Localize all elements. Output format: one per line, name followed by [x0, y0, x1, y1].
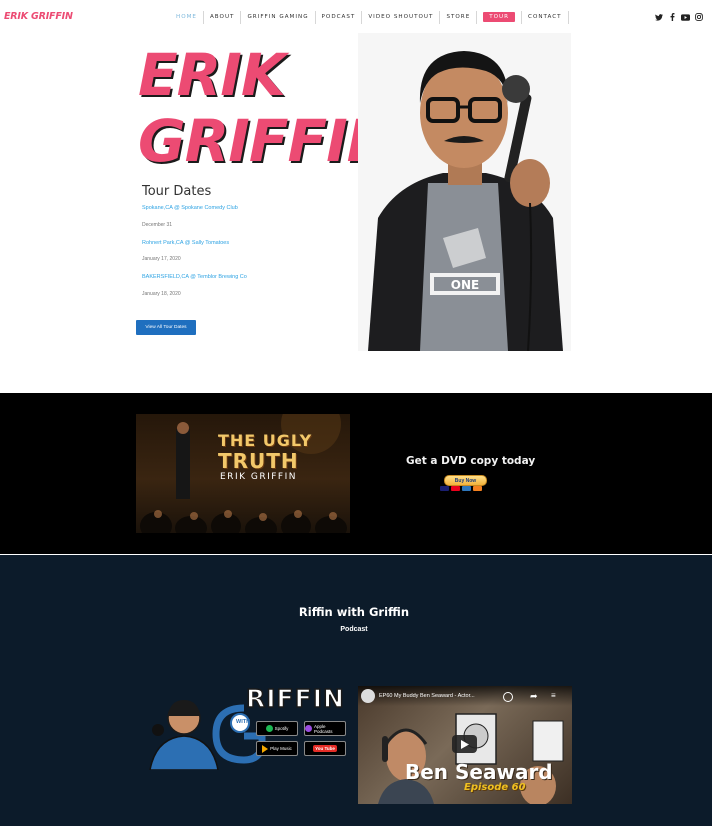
play-music-icon	[262, 744, 269, 753]
podcast-section	[0, 555, 712, 826]
apple-podcasts-badge-label: Apple Podcasts	[313, 723, 333, 734]
spotify-icon	[265, 725, 273, 732]
info-icon[interactable]: ≡	[551, 691, 556, 700]
dvd-title-line1: THE UGLY	[218, 431, 313, 450]
view-all-tour-dates-button[interactable]: View All Tour Dates	[136, 320, 196, 335]
tour-dates-heading: Tour Dates	[142, 184, 212, 199]
logo-riffin-text: RIFFIN	[245, 683, 345, 714]
dvd-title-line2: TRUTH	[218, 449, 299, 473]
nav-griffin-gaming[interactable]: GRIFFIN GAMING	[241, 10, 316, 24]
podcast-subtitle: Podcast	[340, 626, 368, 633]
play-button[interactable]	[452, 735, 477, 753]
logo-with-text: WITH	[236, 719, 251, 725]
watch-later-icon[interactable]	[503, 692, 513, 702]
twitter-icon[interactable]	[654, 12, 664, 22]
apple-podcasts-icon	[305, 725, 312, 732]
youtube-icon[interactable]	[680, 12, 690, 22]
play-icon	[460, 739, 469, 749]
visa-icon	[440, 486, 449, 491]
apple-podcasts-badge[interactable]: Apple Podcasts	[304, 721, 346, 736]
amex-icon	[462, 486, 471, 491]
episode-number: Episode 60	[464, 782, 526, 793]
podcast-title: Riffin with Griffin	[298, 605, 410, 619]
event-venue-link[interactable]: Spokane,CA @ Spokane Comedy Club	[142, 205, 238, 211]
event-venue-link[interactable]: BAKERSFIELD,CA @ Temblor Brewing Co	[142, 274, 247, 280]
nav-contact[interactable]: CONTACT	[522, 10, 569, 24]
share-icon[interactable]: ➦	[530, 691, 538, 702]
main-nav: HOME ABOUT GRIFFIN GAMING PODCAST VIDEO …	[170, 10, 569, 24]
payment-cards	[440, 486, 482, 491]
erik-griffin-portrait: ONE	[358, 33, 571, 351]
mastercard-icon	[451, 486, 460, 491]
video-title-text[interactable]: EP60 My Buddy Ben Seaward - Actor...	[379, 693, 475, 699]
spotify-badge-label: Spotify	[274, 726, 289, 731]
buy-now-button[interactable]: Buy Now	[444, 475, 487, 486]
site-logo[interactable]: ERIK GRIFFIN	[4, 11, 73, 22]
hero-title-line2: GRIFFIN	[138, 107, 395, 175]
play-music-badge-label: Play Music	[270, 746, 292, 751]
nav-tour[interactable]: TOUR	[477, 10, 523, 24]
spotify-badge[interactable]: Spotify	[256, 721, 298, 736]
svg-text:ONE: ONE	[451, 278, 479, 292]
youtube-badge-label: You Tube	[313, 745, 337, 752]
dvd-promo-section	[0, 393, 712, 554]
episode-guest-name: Ben Seaward	[405, 760, 553, 784]
nav-video-shoutout[interactable]: VIDEO SHOUTOUT	[362, 10, 441, 24]
podcast-video-embed[interactable]: EP60 My Buddy Ben Seaward - Actor... ➦ ≡…	[358, 686, 572, 804]
nav-podcast[interactable]: PODCAST	[316, 10, 363, 24]
google-play-music-badge[interactable]: Play Music	[256, 741, 298, 756]
video-title-bar: EP60 My Buddy Ben Seaward - Actor...	[358, 686, 572, 706]
event-date: December 31	[142, 222, 173, 228]
youtube-badge[interactable]: You Tube	[304, 741, 346, 756]
nav-home[interactable]: HOME	[170, 10, 204, 24]
facebook-icon[interactable]	[667, 12, 677, 22]
event-date: January 17, 2020	[142, 256, 181, 262]
discover-icon	[473, 486, 482, 491]
instagram-icon[interactable]	[694, 12, 704, 22]
nav-tour-label: TOUR	[483, 11, 516, 22]
ugly-truth-dvd-cover[interactable]: THE UGLY TRUTH ERIK GRIFFIN	[136, 414, 350, 533]
nav-store[interactable]: STORE	[440, 10, 478, 24]
dvd-cta-text: Get a DVD copy today	[406, 455, 536, 467]
hero-title-line1: ERIK	[138, 41, 286, 109]
nav-about[interactable]: ABOUT	[204, 10, 242, 24]
riffin-with-griffin-logo: WITH RIFFIN Spotify Apple Podcasts Play …	[146, 683, 346, 770]
event-date: January 18, 2020	[142, 291, 181, 297]
event-venue-link[interactable]: Rohnert Park,CA @ Sally Tomatoes	[142, 240, 229, 246]
channel-avatar[interactable]	[361, 689, 375, 703]
dvd-artist-name: ERIK GRIFFIN	[220, 472, 297, 482]
